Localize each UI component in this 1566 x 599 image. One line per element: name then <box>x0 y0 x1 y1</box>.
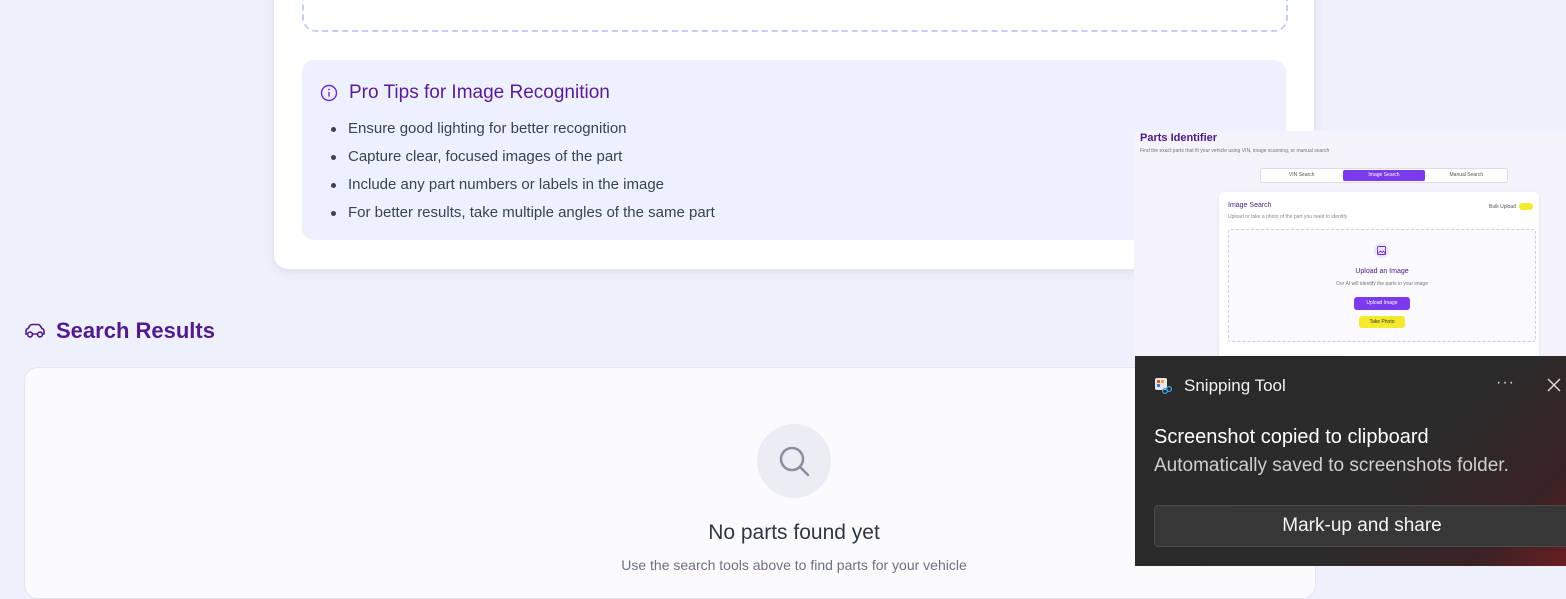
preview-tab-manual: Manual Search <box>1449 172 1484 178</box>
notification-headline: Screenshot copied to clipboard <box>1154 426 1429 448</box>
preview-card-subtitle: Upload or take a photo of the part you n… <box>1228 214 1348 220</box>
preview-page-title: Parts Identifier <box>1140 132 1218 144</box>
preview-tab-vin: VIN Search <box>1288 172 1315 178</box>
pro-tips-list: Ensure good lighting for better recognit… <box>331 115 715 227</box>
tip-item: Ensure good lighting for better recognit… <box>331 115 715 143</box>
search-results-title: Search Results <box>56 318 215 343</box>
snipping-tool-icon <box>1155 378 1172 395</box>
info-icon <box>320 84 338 102</box>
tip-item: For better results, take multiple angles… <box>331 199 715 227</box>
pro-tips-title: Pro Tips for Image Recognition <box>349 82 610 103</box>
preview-upload-button: Upload Image <box>1354 297 1410 310</box>
snipping-tool-notification[interactable]: Snipping Tool ··· Screenshot copied to c… <box>1135 356 1566 566</box>
notification-app-name: Snipping Tool <box>1184 376 1286 395</box>
markup-and-share-button[interactable]: Mark-up and share <box>1154 505 1566 547</box>
preview-page-subtitle: Find the exact parts that fit your vehic… <box>1140 148 1330 154</box>
upload-dropzone[interactable] <box>302 0 1288 32</box>
preview-image-search-card: Image Search Bulk Upload Upload or take … <box>1219 192 1539 357</box>
search-results-header: Search Results <box>24 318 215 344</box>
tip-item: Include any part numbers or labels in th… <box>331 171 715 199</box>
empty-state-title: No parts found yet <box>708 521 880 544</box>
preview-photo-button: Take Photo <box>1359 316 1405 328</box>
pro-tips-header: Pro Tips for Image Recognition <box>320 82 610 104</box>
preview-bulk-label: Bulk Upload <box>1489 203 1516 210</box>
preview-tab-image: Image Search <box>1343 170 1425 181</box>
notification-body: Automatically saved to screenshots folde… <box>1154 455 1509 476</box>
search-icon <box>779 446 810 477</box>
screenshot-preview[interactable]: Parts Identifier Find the exact parts th… <box>1134 131 1566 357</box>
empty-state-icon-circle <box>757 424 831 498</box>
preview-search-tabs: VIN Search Image Search Manual Search <box>1260 168 1508 183</box>
preview-card-title: Image Search <box>1228 202 1272 209</box>
preview-image-icon <box>1374 243 1389 258</box>
preview-dropzone: Upload an Image Our AI will identify the… <box>1228 229 1536 342</box>
preview-bulk-upload: Bulk Upload <box>1489 203 1533 210</box>
close-icon[interactable] <box>1547 378 1561 392</box>
preview-bulk-toggle <box>1519 203 1533 210</box>
empty-state-subtitle: Use the search tools above to find parts… <box>621 557 967 573</box>
more-options-button[interactable]: ··· <box>1496 374 1515 392</box>
car-icon <box>25 323 45 338</box>
tip-item: Capture clear, focused images of the par… <box>331 143 715 171</box>
image-icon <box>1377 246 1386 255</box>
preview-upload-title: Upload an Image <box>1355 268 1409 275</box>
preview-upload-subtitle: Our AI will identify the parts in your i… <box>1336 281 1428 287</box>
